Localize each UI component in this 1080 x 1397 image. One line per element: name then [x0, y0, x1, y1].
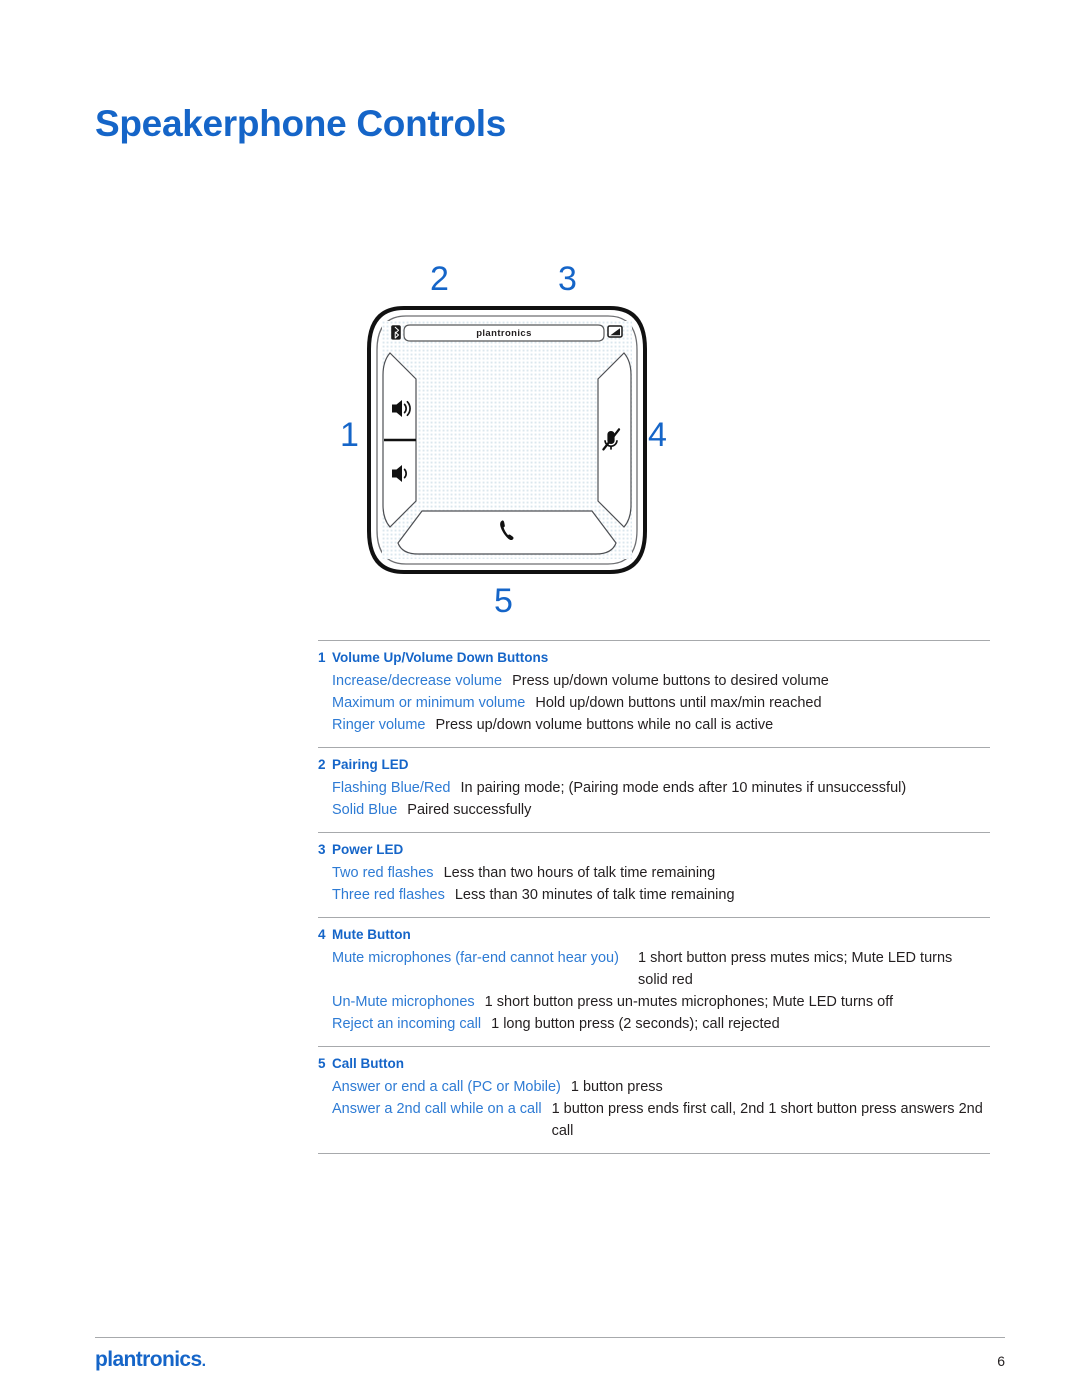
row-label: Two red flashes	[332, 864, 434, 881]
table-row: Reject an incoming call 1 long button pr…	[332, 1013, 990, 1035]
spec-group-heading: 2 Pairing LED	[318, 755, 990, 776]
row-label: Solid Blue	[332, 801, 398, 818]
row-label: Un-Mute microphones	[332, 993, 475, 1010]
spec-row-list: Answer or end a call (PC or Mobile) 1 bu…	[318, 1076, 990, 1142]
table-row: Un-Mute microphones 1 short button press…	[332, 991, 990, 1013]
table-row: Flashing Blue/Red In pairing mode; (Pair…	[332, 777, 990, 799]
table-row: Solid Blue Paired successfully	[332, 799, 990, 821]
speakerphone-figure: 1 2 3 4 5 plantronics	[330, 250, 710, 630]
row-description: Press up/down volume buttons to desired …	[512, 672, 829, 689]
row-label: Maximum or minimum volume	[332, 694, 526, 711]
spec-group-title: Volume Up/Volume Down Buttons	[332, 650, 549, 665]
bluetooth-icon	[391, 325, 401, 340]
callout-number-2: 2	[430, 260, 449, 298]
spec-group-call-button: 5 Call Button Answer or end a call (PC or…	[318, 1047, 990, 1153]
callout-number-1: 1	[340, 416, 359, 454]
callout-number-5: 5	[494, 582, 513, 620]
spec-group-heading: 5 Call Button	[318, 1054, 990, 1075]
row-label: Answer or end a call (PC or Mobile)	[332, 1078, 561, 1095]
table-row: Answer a 2nd call while on a call 1 butt…	[332, 1098, 990, 1142]
row-label: Answer a 2nd call while on a call	[332, 1100, 542, 1117]
footer-divider	[95, 1337, 1005, 1338]
spec-group-heading: 1 Volume Up/Volume Down Buttons	[318, 648, 990, 669]
spec-group-power-led: 3 Power LED Two red flashes Less than two…	[318, 833, 990, 917]
table-row: Mute microphones (far-end cannot hear yo…	[332, 947, 990, 991]
device-brand-label: plantronics	[476, 328, 532, 339]
spec-group-pairing-led: 2 Pairing LED Flashing Blue/Red In pairin…	[318, 748, 990, 832]
page-number: 6	[997, 1353, 1005, 1369]
plantronics-wordmark: plantronics	[95, 1348, 202, 1371]
row-description: Less than 30 minutes of talk time remain…	[454, 886, 735, 903]
battery-icon	[607, 325, 623, 338]
spec-group-title: Mute Button	[332, 926, 411, 942]
controls-spec-table: 1 Volume Up/Volume Down Buttons Increase/…	[318, 640, 990, 1155]
spec-group-number: 5	[318, 1056, 326, 1072]
spec-group-number: 3	[318, 842, 326, 857]
row-label: Increase/decrease volume	[332, 672, 503, 689]
spec-row-list: Two red flashes Less than two hours of t…	[318, 862, 990, 906]
spec-group-number: 1	[318, 650, 326, 665]
spec-row-list: Flashing Blue/Red In pairing mode; (Pair…	[318, 777, 990, 821]
row-description: 1 short button press un-mutes microphone…	[484, 993, 894, 1010]
table-row: Ringer volume Press up/down volume butto…	[332, 714, 990, 736]
row-label: Three red flashes	[332, 886, 445, 903]
callout-number-3: 3	[558, 260, 577, 298]
row-label: Ringer volume	[332, 716, 426, 733]
call-button-panel[interactable]	[397, 510, 617, 555]
row-description: Hold up/down buttons until max/min reach…	[535, 694, 822, 711]
table-row: Maximum or minimum volume Hold up/down b…	[332, 692, 990, 714]
spec-group-volume-buttons: 1 Volume Up/Volume Down Buttons Increase/…	[318, 641, 990, 747]
plantronics-logo: plantronics.	[95, 1348, 206, 1372]
spec-group-title: Call Button	[332, 1056, 404, 1072]
spec-row-list: Increase/decrease volume Press up/down v…	[318, 670, 990, 736]
trademark-mark: .	[201, 1353, 206, 1370]
spec-group-heading: 3 Power LED	[318, 840, 990, 861]
document-page: Speakerphone Controls 1 2 3 4 5 plantron…	[0, 0, 1080, 1397]
page-title: Speakerphone Controls	[95, 102, 507, 144]
speakerphone-illustration: plantronics	[367, 306, 647, 574]
spec-group-title: Power LED	[332, 842, 404, 857]
table-rule	[318, 1153, 990, 1155]
spec-group-heading: 4 Mute Button	[318, 925, 990, 946]
spec-row-list: Mute microphones (far-end cannot hear yo…	[318, 947, 990, 1035]
callout-number-4: 4	[648, 416, 667, 454]
row-label: Mute microphones (far-end cannot hear yo…	[332, 949, 619, 966]
row-description: 1 long button press (2 seconds); call re…	[491, 1016, 780, 1032]
row-description: 1 short button press mutes mics; Mute LE…	[638, 949, 953, 988]
row-description: In pairing mode; (Pairing mode ends afte…	[460, 779, 907, 796]
table-row: Three red flashes Less than 30 minutes o…	[332, 884, 990, 906]
table-row: Two red flashes Less than two hours of t…	[332, 862, 990, 884]
table-row: Increase/decrease volume Press up/down v…	[332, 670, 990, 692]
row-label: Reject an incoming call	[332, 1016, 482, 1032]
row-label: Flashing Blue/Red	[332, 779, 451, 796]
spec-group-number: 4	[318, 926, 326, 942]
row-description: Less than two hours of talk time remaini…	[443, 864, 716, 881]
row-description: 1 button press	[570, 1078, 663, 1095]
row-description: Paired successfully	[407, 801, 532, 818]
spec-group-number: 2	[318, 757, 326, 773]
table-row: Answer or end a call (PC or Mobile) 1 bu…	[332, 1076, 990, 1098]
row-description: 1 button press ends first call, 2nd 1 sh…	[551, 1100, 983, 1140]
row-description: Press up/down volume buttons while no ca…	[435, 716, 774, 733]
spec-group-title: Pairing LED	[332, 757, 409, 773]
spec-group-mute-button: 4 Mute Button Mute microphones (far-end c…	[318, 918, 990, 1046]
